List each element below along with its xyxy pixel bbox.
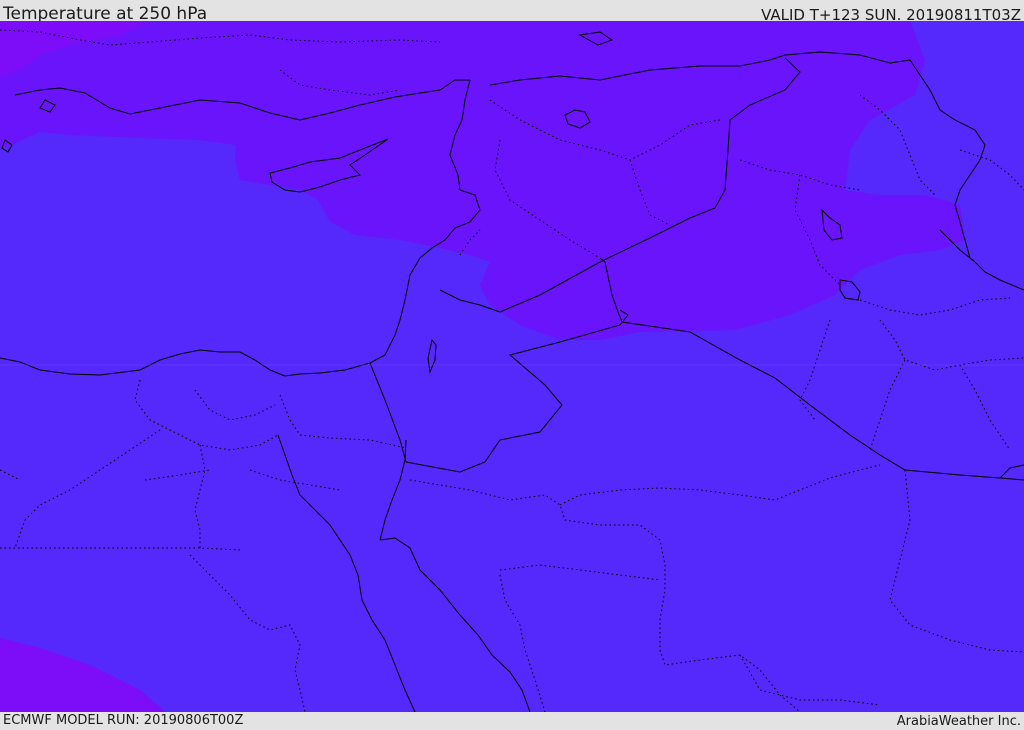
weather-map: [0, 21, 1024, 712]
header-bar: Temperature at 250 hPa VALID T+123 SUN. …: [0, 0, 1024, 24]
credit-label: ArabiaWeather Inc.: [896, 714, 1021, 729]
footer-bar: ECMWF MODEL RUN: 20190806T00Z ArabiaWeat…: [0, 712, 1024, 729]
map-canvas: [0, 21, 1024, 712]
model-run-label: ECMWF MODEL RUN: 20190806T00Z: [3, 713, 244, 728]
